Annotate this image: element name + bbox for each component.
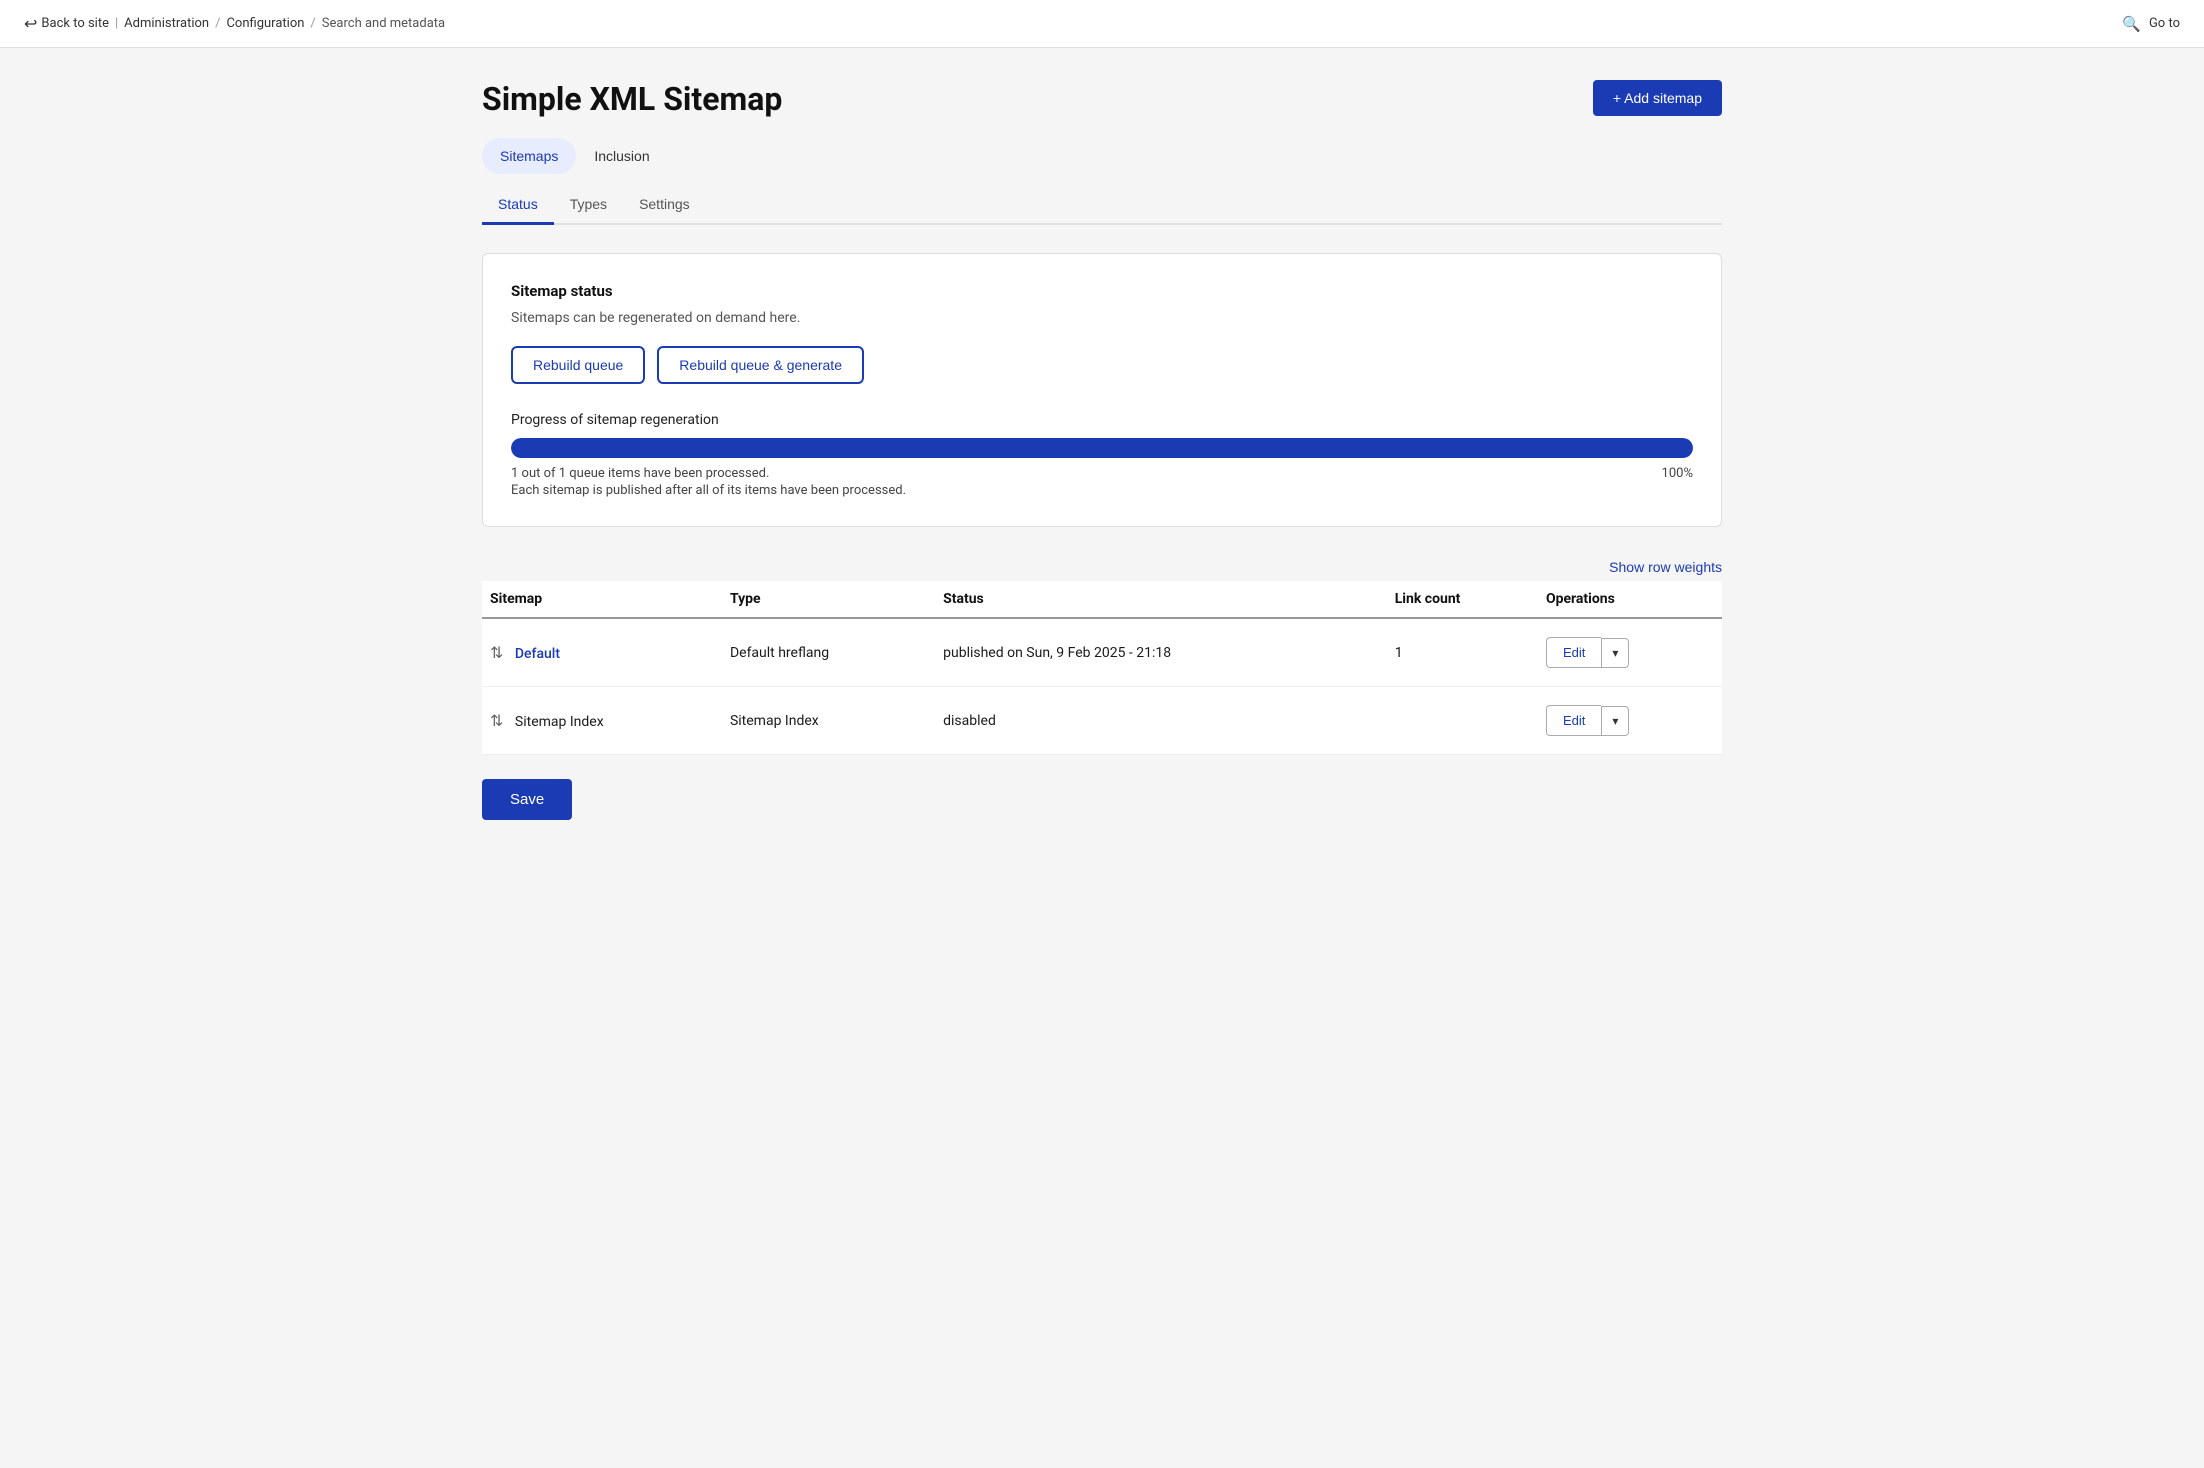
subtab-types[interactable]: Types (554, 186, 623, 225)
row1-linkcount: 1 (1387, 618, 1538, 687)
back-to-site-label: Back to site (41, 16, 109, 31)
nav-tabs: Sitemaps Inclusion (482, 138, 1722, 174)
edit-button-2[interactable]: Edit (1546, 705, 1601, 736)
row2-type: Sitemap Index (722, 687, 935, 755)
edit-btn-wrap-2: Edit ▾ (1546, 705, 1714, 736)
edit-btn-wrap-1: Edit ▾ (1546, 637, 1714, 668)
row2-linkcount (1387, 687, 1538, 755)
edit-dropdown-button-1[interactable]: ▾ (1601, 638, 1629, 668)
col-sitemap: Sitemap (482, 581, 722, 618)
edit-dropdown-button-2[interactable]: ▾ (1601, 706, 1629, 736)
subtab-status[interactable]: Status (482, 186, 554, 225)
col-operations: Operations (1538, 581, 1722, 618)
progress-bar (511, 438, 1693, 458)
goto-label: Go to (2149, 16, 2180, 31)
rebuild-queue-button[interactable]: Rebuild queue (511, 346, 645, 384)
breadcrumb: ↩ Back to site | Administration / Config… (24, 14, 445, 33)
goto-section[interactable]: 🔍 Go to (2122, 15, 2180, 33)
drag-handle-icon: ⇅ (490, 643, 503, 662)
progress-info: 1 out of 1 queue items have been process… (511, 466, 1693, 498)
save-button[interactable]: Save (482, 779, 572, 820)
back-to-site-link[interactable]: ↩ Back to site (24, 14, 109, 33)
row2-status: disabled (935, 687, 1387, 755)
table-row: ⇅ Sitemap Index Sitemap Index disabled E… (482, 687, 1722, 755)
action-buttons: Rebuild queue Rebuild queue & generate (511, 346, 1693, 384)
edit-button-1[interactable]: Edit (1546, 637, 1601, 668)
back-arrow-icon: ↩ (24, 14, 37, 33)
col-type: Type (722, 581, 935, 618)
breadcrumb-sep-3: / (310, 16, 315, 31)
sitemap-status-desc: Sitemaps can be regenerated on demand he… (511, 310, 1693, 326)
drag-handle-icon: ⇅ (490, 711, 503, 730)
topbar: ↩ Back to site | Administration / Config… (0, 0, 2204, 48)
col-status: Status (935, 581, 1387, 618)
row1-type: Default hreflang (722, 618, 935, 687)
sitemap-index-label: Sitemap Index (515, 714, 604, 730)
progress-bar-fill (511, 438, 1693, 458)
subtab-settings[interactable]: Settings (623, 186, 706, 225)
progress-text2: Each sitemap is published after all of i… (511, 483, 906, 498)
page-title: Simple XML Sitemap (482, 80, 782, 118)
row2-sitemap: ⇅ Sitemap Index (482, 687, 722, 755)
row1-status: published on Sun, 9 Feb 2025 - 21:18 (935, 618, 1387, 687)
page-header: Simple XML Sitemap + Add sitemap (482, 80, 1722, 118)
search-icon: 🔍 (2122, 15, 2141, 33)
table-header-tr: Sitemap Type Status Link count Operation… (482, 581, 1722, 618)
default-sitemap-link[interactable]: Default (515, 646, 560, 662)
progress-percent: 100% (1662, 466, 1693, 498)
sitemap-status-title: Sitemap status (511, 282, 1693, 300)
add-sitemap-button[interactable]: + Add sitemap (1593, 80, 1722, 116)
table-body: ⇅ Default Default hreflang published on … (482, 618, 1722, 755)
table-header-row: Show row weights (482, 559, 1722, 575)
progress-text1: 1 out of 1 queue items have been process… (511, 466, 906, 481)
breadcrumb-sep-2: / (215, 16, 220, 31)
rebuild-queue-generate-button[interactable]: Rebuild queue & generate (657, 346, 864, 384)
breadcrumb-configuration[interactable]: Configuration (226, 16, 304, 31)
sitemap-status-card: Sitemap status Sitemaps can be regenerat… (482, 253, 1722, 527)
progress-left-text: 1 out of 1 queue items have been process… (511, 466, 906, 498)
sub-tabs: Status Types Settings (482, 186, 1722, 225)
row1-sitemap: ⇅ Default (482, 618, 722, 687)
breadcrumb-administration[interactable]: Administration (124, 16, 209, 31)
show-row-weights-button[interactable]: Show row weights (1609, 559, 1722, 575)
breadcrumb-sep-1: | (115, 16, 118, 31)
table-head: Sitemap Type Status Link count Operation… (482, 581, 1722, 618)
breadcrumb-current: Search and metadata (322, 16, 445, 31)
table-row: ⇅ Default Default hreflang published on … (482, 618, 1722, 687)
row2-operations: Edit ▾ (1538, 687, 1722, 755)
main-content: Simple XML Sitemap + Add sitemap Sitemap… (442, 48, 1762, 880)
sitemaps-table: Sitemap Type Status Link count Operation… (482, 581, 1722, 755)
tab-sitemaps[interactable]: Sitemaps (482, 138, 576, 174)
progress-title: Progress of sitemap regeneration (511, 412, 1693, 428)
tab-inclusion[interactable]: Inclusion (576, 138, 667, 174)
col-linkcount: Link count (1387, 581, 1538, 618)
row1-operations: Edit ▾ (1538, 618, 1722, 687)
